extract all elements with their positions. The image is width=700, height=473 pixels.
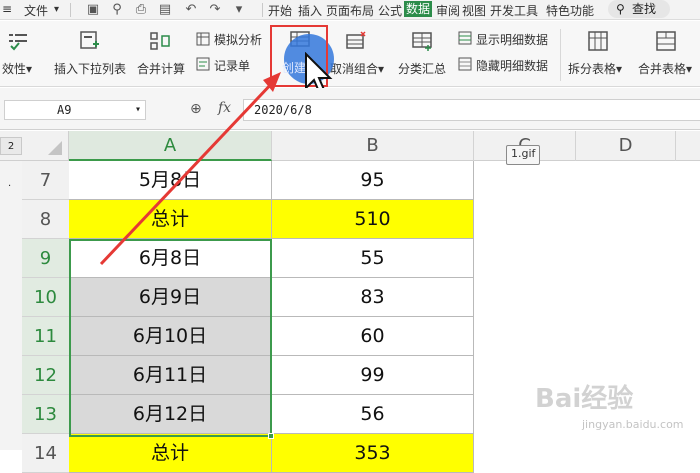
tab-review[interactable]: 审阅: [436, 2, 460, 19]
watermark-url: jingyan.baidu.com: [582, 418, 684, 431]
save-icon[interactable]: ▣: [86, 3, 100, 17]
print-preview-icon[interactable]: ▤: [158, 3, 172, 17]
cell-a[interactable]: 6月9日: [69, 278, 272, 317]
fill-handle[interactable]: [268, 433, 274, 439]
cell-a[interactable]: 6月12日: [69, 395, 272, 434]
undo-icon[interactable]: ↶: [184, 3, 198, 17]
split-table-button[interactable]: 拆分表格▾: [568, 60, 622, 77]
select-all-corner[interactable]: [22, 131, 69, 161]
row-header[interactable]: 7: [22, 161, 69, 200]
cell-a[interactable]: 总计: [69, 434, 272, 473]
cell-a[interactable]: 6月11日: [69, 356, 272, 395]
row-header[interactable]: 10: [22, 278, 69, 317]
tab-insert[interactable]: 插入: [298, 2, 322, 19]
data-validity-icon: [9, 34, 27, 51]
tab-view[interactable]: 视图: [462, 2, 486, 19]
tab-data[interactable]: 数据: [404, 1, 433, 17]
search-icon: ⚲: [616, 2, 625, 16]
tab-page-layout[interactable]: 页面布局: [326, 2, 374, 19]
show-detail-icon: [458, 31, 472, 45]
print-icon[interactable]: ⎙: [134, 3, 148, 17]
menu-bar: ≡ 文件 ▾ ▣ ⚲ ⎙ ▤ ↶ ↷ ▾ 开始 插入 页面布局 公式 数据 审阅…: [0, 0, 700, 20]
cell-b[interactable]: 56: [272, 395, 474, 434]
outline-gutter: ·: [0, 161, 23, 450]
row-header[interactable]: 9: [22, 239, 69, 278]
row-header[interactable]: 14: [22, 434, 69, 473]
show-detail-button[interactable]: 显示明细数据: [476, 31, 548, 48]
search-box[interactable]: ⚲ 查找: [608, 0, 670, 18]
what-if-analysis-button[interactable]: 模拟分析: [214, 31, 262, 48]
redo-icon[interactable]: ↷: [208, 3, 222, 17]
chevron-down-icon[interactable]: ▾: [54, 4, 59, 15]
split-table-icon: [588, 31, 608, 51]
tab-home[interactable]: 开始: [268, 2, 292, 19]
column-header-d[interactable]: D: [576, 131, 676, 161]
corner-triangle-icon: [48, 141, 62, 155]
tab-formulas[interactable]: 公式: [378, 2, 402, 19]
ungroup-button[interactable]: 取消组合▾: [330, 60, 384, 77]
subtotal-icon: [412, 32, 432, 51]
row-header[interactable]: 13: [22, 395, 69, 434]
outline-level-button[interactable]: 2: [0, 137, 22, 155]
gif-tooltip: 1.gif: [506, 145, 541, 165]
cell-b[interactable]: 60: [272, 317, 474, 356]
insert-dropdown-icon: [80, 31, 99, 49]
ungroup-icon: [346, 31, 366, 49]
cell-b[interactable]: 353: [272, 434, 474, 473]
dropdown-icon[interactable]: ▾: [232, 3, 246, 17]
watermark: Bai经验: [535, 384, 634, 414]
cell-b[interactable]: 83: [272, 278, 474, 317]
simulation-icon: [196, 32, 210, 46]
hide-detail-button[interactable]: 隐藏明细数据: [476, 57, 548, 74]
merge-table-button[interactable]: 合并表格▾: [638, 60, 692, 77]
merge-table-icon: [656, 31, 676, 51]
merge-calc-icon: [150, 32, 170, 50]
cell-b[interactable]: 99: [272, 356, 474, 395]
annotation-arrow: [99, 72, 281, 266]
menu-file[interactable]: 文件: [24, 2, 48, 19]
format-painter-icon[interactable]: ⚲: [110, 3, 124, 17]
outline-dot[interactable]: ·: [8, 181, 11, 192]
subtotal-button[interactable]: 分类汇总: [398, 60, 446, 77]
tab-developer[interactable]: 开发工具: [490, 2, 538, 19]
hide-detail-icon: [458, 57, 472, 71]
row-header[interactable]: 12: [22, 356, 69, 395]
cell-a[interactable]: 6月10日: [69, 317, 272, 356]
menu-icon[interactable]: ≡: [2, 2, 12, 16]
tab-special[interactable]: 特色功能: [546, 2, 594, 19]
row-header[interactable]: 8: [22, 200, 69, 239]
row-header[interactable]: 11: [22, 317, 69, 356]
data-validity-button[interactable]: 效性▾: [2, 60, 32, 77]
